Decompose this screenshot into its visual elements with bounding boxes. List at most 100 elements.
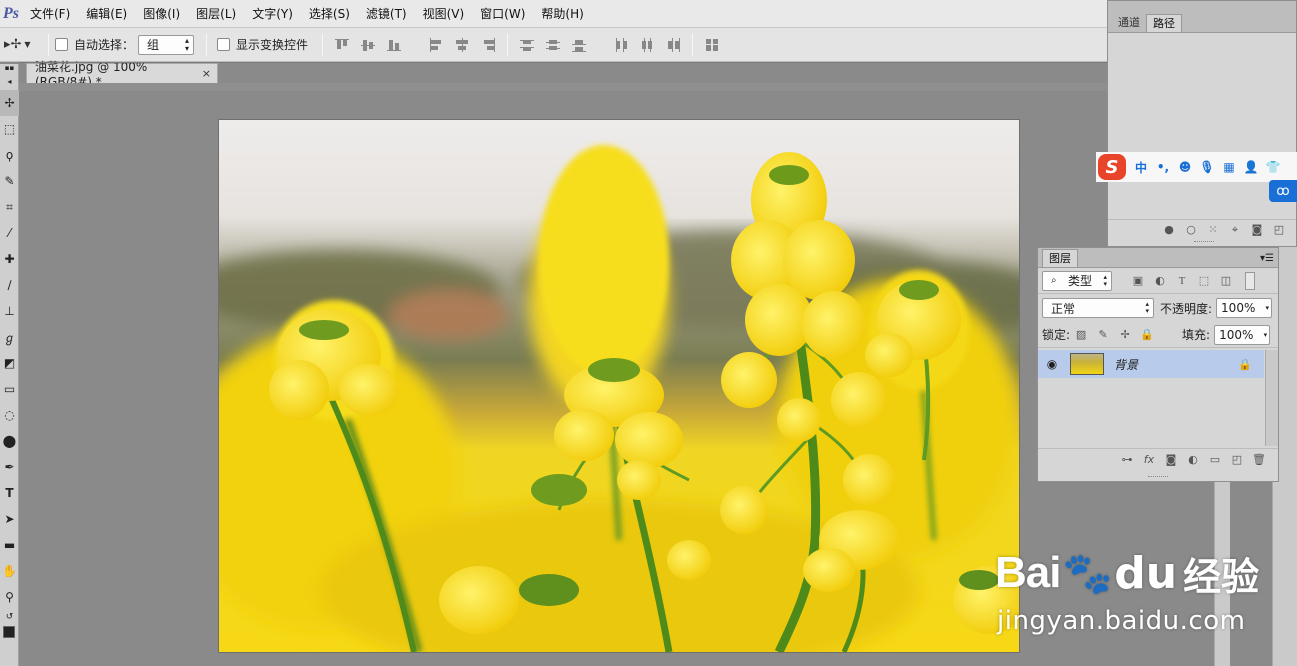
adjustment-icon[interactable]: ◐	[1185, 452, 1201, 468]
auto-select-checkbox[interactable]	[55, 38, 68, 51]
hand-tool-icon[interactable]: ✋	[0, 558, 19, 584]
path-select-tool-icon[interactable]: ➤	[0, 506, 19, 532]
menu-file[interactable]: 文件(F)	[22, 0, 78, 28]
blend-mode-dropdown[interactable]: 正常 ▴ ▾	[1042, 298, 1154, 318]
blur-tool-icon[interactable]: ◌	[0, 402, 19, 428]
menu-edit[interactable]: 编辑(E)	[78, 0, 135, 28]
align-left-icon[interactable]	[428, 37, 444, 53]
folder-icon[interactable]: ▭	[1207, 452, 1223, 468]
document-canvas[interactable]	[219, 120, 1019, 652]
eyedropper-tool-icon[interactable]: ⁄	[0, 220, 19, 246]
panel-menu-icon[interactable]: ▾☰	[1260, 253, 1274, 267]
link-icon[interactable]: ⊶	[1119, 452, 1135, 468]
chevron-down-icon[interactable]: ▾	[1264, 331, 1268, 339]
lock-image-icon[interactable]: ✎	[1095, 327, 1111, 343]
shape-tool-icon[interactable]: ▬	[0, 532, 19, 558]
auto-select-dropdown[interactable]: 组 ▴ ▾	[138, 34, 195, 55]
document-tab[interactable]: 油菜花.jpg @ 100%(RGB/8#) * ×	[26, 60, 218, 89]
align-top-icon[interactable]	[334, 37, 350, 53]
gradient-tool-icon[interactable]: ▭	[0, 376, 19, 402]
filter-smart-object-icon[interactable]: ◫	[1218, 273, 1234, 289]
menu-window[interactable]: 窗口(W)	[472, 0, 533, 28]
distribute-vcenter-icon[interactable]	[545, 37, 561, 53]
add-mask-icon[interactable]: ◙	[1249, 222, 1265, 238]
collapse-icon[interactable]: ◂	[0, 72, 19, 90]
lasso-tool-icon[interactable]: ϙ	[0, 142, 19, 168]
shirt-icon[interactable]: 👕	[1264, 158, 1282, 176]
stamp-tool-icon[interactable]: ⊥	[0, 298, 19, 324]
dodge-tool-icon[interactable]: ⬤	[0, 428, 19, 454]
menu-image[interactable]: 图像(I)	[135, 0, 188, 28]
menu-view[interactable]: 视图(V)	[415, 0, 473, 28]
align-hcenter-icon[interactable]	[454, 37, 470, 53]
menu-type[interactable]: 文字(Y)	[244, 0, 301, 28]
marquee-tool-icon[interactable]: ⬚	[0, 116, 19, 142]
trash-icon[interactable]: 🗑	[1251, 452, 1267, 468]
mic-icon[interactable]: 🎙	[1198, 158, 1216, 176]
make-path-icon[interactable]: ⌖	[1227, 222, 1243, 238]
mask-icon[interactable]: ◙	[1163, 452, 1179, 468]
layers-scrollbar[interactable]	[1265, 350, 1278, 446]
fill-field[interactable]: 100% ▾	[1214, 324, 1271, 345]
tab-channels[interactable]: 通道	[1112, 14, 1146, 32]
tab-paths[interactable]: 路径	[1146, 14, 1182, 32]
healing-tool-icon[interactable]: ✚	[0, 246, 19, 272]
distribute-hcenter-icon[interactable]	[639, 37, 655, 53]
menu-help[interactable]: 帮助(H)	[533, 0, 591, 28]
move-tool-preset[interactable]: ▸✢ ▼	[4, 34, 42, 56]
show-transform-checkbox[interactable]	[217, 38, 231, 51]
align-bottom-icon[interactable]	[386, 37, 402, 53]
user-icon[interactable]: 👤	[1242, 158, 1260, 176]
eye-icon[interactable]: ◉	[1038, 357, 1066, 371]
load-selection-icon[interactable]: ⁙	[1205, 222, 1221, 238]
distribute-left-icon[interactable]	[613, 37, 629, 53]
ime-cloud-button[interactable]: ꝏ	[1269, 180, 1297, 202]
lock-transparent-icon[interactable]: ▨	[1073, 327, 1089, 343]
filter-pixel-icon[interactable]: ▣	[1130, 273, 1146, 289]
ime-logo[interactable]: S	[1098, 154, 1126, 180]
menu-filter[interactable]: 滤镜(T)	[358, 0, 415, 28]
history-brush-tool-icon[interactable]: ℊ	[0, 324, 19, 350]
layer-row[interactable]: ◉ 背景 🔒	[1038, 350, 1264, 378]
auto-align-icon[interactable]	[704, 37, 720, 53]
emoji-icon[interactable]: ☻	[1176, 158, 1194, 176]
foreground-color-swatch[interactable]	[3, 626, 15, 638]
chevron-down-icon[interactable]: ▾	[1266, 304, 1270, 312]
fill-path-icon[interactable]: ●	[1161, 222, 1177, 238]
new-path-icon[interactable]: ◰	[1271, 222, 1287, 238]
ime-mode-chinese[interactable]: 中	[1132, 158, 1150, 176]
filter-toggle[interactable]	[1245, 271, 1255, 290]
filter-type-icon[interactable]: T	[1174, 273, 1190, 289]
layer-filter-dropdown[interactable]: ⌕ 类型 ▴ ▾	[1042, 270, 1112, 291]
type-tool-icon[interactable]: T	[0, 480, 19, 506]
distribute-right-icon[interactable]	[665, 37, 681, 53]
panel-grip[interactable]: ▪▪	[0, 64, 19, 72]
stroke-path-icon[interactable]: ○	[1183, 222, 1199, 238]
menu-select[interactable]: 选择(S)	[301, 0, 358, 28]
keyboard-icon[interactable]: ▦	[1220, 158, 1238, 176]
filter-shape-icon[interactable]: ⬚	[1196, 273, 1212, 289]
lock-all-icon[interactable]: 🔒	[1139, 327, 1155, 343]
eraser-tool-icon[interactable]: ◩	[0, 350, 19, 376]
pen-tool-icon[interactable]: ✒	[0, 454, 19, 480]
close-icon[interactable]: ×	[202, 67, 211, 80]
distribute-top-icon[interactable]	[519, 37, 535, 53]
panel-resize-grip[interactable]	[1148, 476, 1168, 480]
tab-layers[interactable]: 图层	[1042, 249, 1078, 267]
menu-layer[interactable]: 图层(L)	[188, 0, 244, 28]
crop-tool-icon[interactable]: ⌗	[0, 194, 19, 220]
fx-icon[interactable]: fx	[1141, 452, 1157, 468]
opacity-field[interactable]: 100% ▾	[1216, 298, 1273, 318]
zoom-tool-icon[interactable]: ⚲	[0, 584, 19, 610]
panel-resize-grip[interactable]	[1194, 241, 1214, 245]
align-right-icon[interactable]	[480, 37, 496, 53]
quick-select-tool-icon[interactable]: ✎	[0, 168, 19, 194]
filter-adjustment-icon[interactable]: ◐	[1152, 273, 1168, 289]
swap-colors-icon[interactable]: ↺	[0, 610, 19, 624]
lock-position-icon[interactable]: ✢	[1117, 327, 1133, 343]
ime-punctuation[interactable]: •,	[1154, 158, 1172, 176]
brush-tool-icon[interactable]: ∕	[0, 272, 19, 298]
distribute-bottom-icon[interactable]	[571, 37, 587, 53]
new-layer-icon[interactable]: ◰	[1229, 452, 1245, 468]
move-tool-icon[interactable]: ✢	[0, 90, 19, 116]
